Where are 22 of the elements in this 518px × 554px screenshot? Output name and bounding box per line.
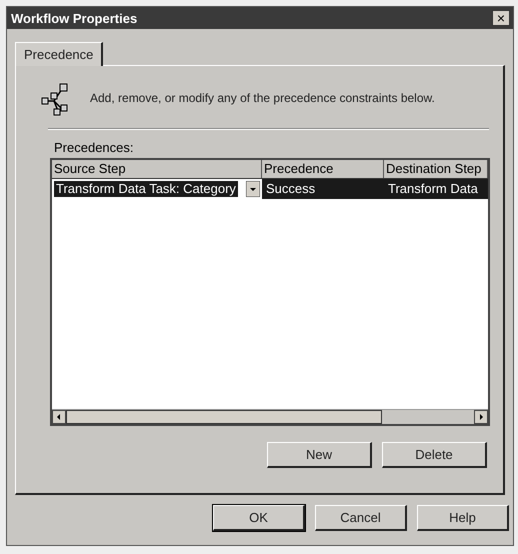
table-cell-text: Transform Data	[387, 180, 479, 198]
horizontal-scrollbar[interactable]	[52, 409, 488, 424]
table-cell-text: Success	[265, 180, 316, 198]
scroll-right-icon[interactable]	[474, 410, 488, 424]
dialog-button[interactable]: Help	[417, 505, 509, 531]
dialog-button[interactable]: OK	[213, 505, 305, 531]
list-button[interactable]: Delete	[382, 442, 487, 468]
source-step-dropdown[interactable]: Transform Data Task: Category	[54, 181, 238, 197]
dropdown-arrow-icon[interactable]	[246, 181, 260, 197]
scroll-thumb[interactable]	[66, 410, 382, 424]
precedences-label: Precedences:	[54, 140, 134, 155]
dialog-button[interactable]: Cancel	[315, 505, 407, 531]
column-header[interactable]: Destination Step	[384, 160, 488, 178]
column-header[interactable]: Precedence	[262, 160, 384, 178]
close-button[interactable]: ×	[492, 10, 510, 26]
window-title: Workflow Properties	[11, 10, 138, 26]
list-button[interactable]: New	[267, 442, 372, 468]
tab[interactable]: Precedence	[15, 42, 104, 66]
table-row[interactable]: Transform Data Task: Category Success Transform Data	[52, 179, 488, 199]
column-header[interactable]: Source Step	[52, 160, 262, 178]
instruction-text: Add, remove, or modify any of the precedence constraints below.	[90, 91, 435, 105]
scroll-left-icon[interactable]	[52, 410, 66, 424]
